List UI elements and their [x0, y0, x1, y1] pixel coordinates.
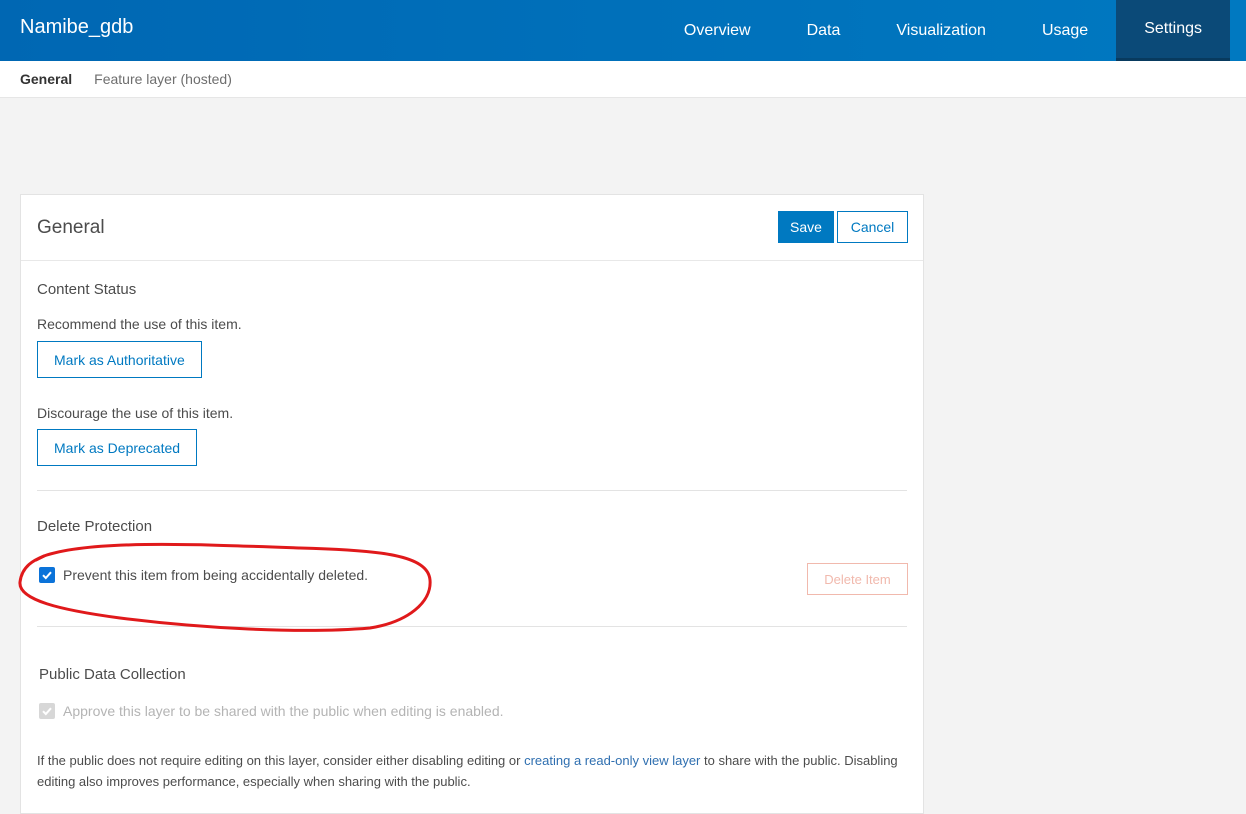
- checkmark-icon: [42, 707, 52, 716]
- item-title: Namibe_gdb: [20, 16, 134, 38]
- subtab-general[interactable]: General: [20, 71, 72, 87]
- save-button[interactable]: Save: [778, 211, 834, 243]
- public-data-title: Public Data Collection: [39, 666, 186, 683]
- public-data-option: Approve this layer to be shared with the…: [39, 703, 504, 719]
- public-data-checkbox: [39, 703, 55, 719]
- public-data-label: Approve this layer to be shared with the…: [63, 703, 504, 719]
- card-title: General: [37, 217, 105, 238]
- public-data-note: If the public does not require editing o…: [37, 750, 907, 792]
- cancel-button[interactable]: Cancel: [837, 211, 908, 243]
- delete-protection-checkbox[interactable]: [39, 567, 55, 583]
- delete-item-button[interactable]: Delete Item: [807, 563, 908, 595]
- top-navigation-bar: Namibe_gdb Overview Data Visualization U…: [0, 0, 1246, 61]
- tab-data[interactable]: Data: [779, 0, 869, 61]
- content-status-title: Content Status: [37, 281, 137, 298]
- delete-protection-label: Prevent this item from being accidentall…: [63, 567, 369, 583]
- delete-protection-title: Delete Protection: [37, 518, 153, 535]
- settings-subnav: General Feature layer (hosted): [0, 61, 1246, 98]
- discourage-text: Discourage the use of this item.: [37, 405, 234, 421]
- general-settings-card: General Save Cancel Content Status Recom…: [20, 194, 924, 814]
- tab-overview[interactable]: Overview: [656, 0, 779, 61]
- checkmark-icon: [42, 571, 52, 580]
- delete-protection-option[interactable]: Prevent this item from being accidentall…: [39, 567, 368, 583]
- recommend-text: Recommend the use of this item.: [37, 316, 242, 332]
- read-only-view-link[interactable]: creating a read-only view layer: [524, 753, 700, 768]
- section-divider: [37, 490, 907, 491]
- tab-visualization[interactable]: Visualization: [868, 0, 1014, 61]
- main-nav: Overview Data Visualization Usage Settin…: [656, 0, 1230, 61]
- section-divider: [37, 626, 907, 627]
- mark-deprecated-button[interactable]: Mark as Deprecated: [37, 429, 198, 466]
- tab-settings[interactable]: Settings: [1116, 0, 1230, 61]
- card-header: General Save Cancel: [21, 195, 923, 261]
- subtab-feature-layer[interactable]: Feature layer (hosted): [94, 71, 232, 87]
- note-text-before: If the public does not require editing o…: [37, 753, 525, 768]
- tab-usage[interactable]: Usage: [1014, 0, 1116, 61]
- mark-authoritative-button[interactable]: Mark as Authoritative: [37, 341, 202, 378]
